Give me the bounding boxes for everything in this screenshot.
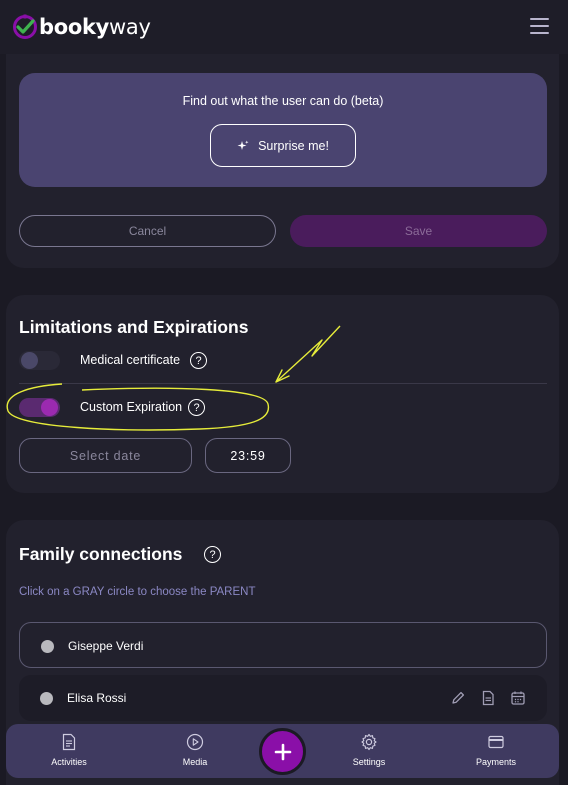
- surprise-me-button[interactable]: Surprise me!: [210, 124, 356, 167]
- card-icon: [488, 735, 504, 749]
- surprise-me-label: Surprise me!: [258, 138, 329, 153]
- sparkle-icon: [237, 140, 249, 150]
- nav-media[interactable]: Media: [150, 733, 240, 767]
- logo-clock-icon: [13, 14, 37, 39]
- medical-help-icon[interactable]: ?: [190, 352, 207, 369]
- document-icon[interactable]: [479, 689, 497, 707]
- divider: [19, 383, 547, 384]
- add-button[interactable]: [259, 728, 306, 775]
- family-member-row[interactable]: Elisa Rossi: [19, 675, 547, 721]
- bookyway-logo[interactable]: bookyway: [12, 13, 151, 41]
- medical-certificate-label: Medical certificate: [80, 353, 181, 367]
- beta-description: Find out what the user can do (beta): [182, 94, 384, 108]
- medical-certificate-toggle[interactable]: [19, 351, 60, 370]
- bottom-navigation: Activities Media Settings Payments: [6, 724, 559, 778]
- nav-payments[interactable]: Payments: [451, 733, 541, 767]
- beta-feature-box: Find out what the user can do (beta) Sur…: [19, 73, 547, 187]
- nav-activities[interactable]: Activities: [24, 733, 114, 767]
- cancel-button[interactable]: Cancel: [19, 215, 276, 247]
- hamburger-menu-icon[interactable]: [530, 18, 549, 34]
- family-title: Family connections: [19, 544, 183, 564]
- family-member-name: Giseppe Verdi: [68, 639, 144, 653]
- limitations-title: Limitations and Expirations: [19, 317, 249, 337]
- custom-expiration-label: Custom Expiration: [80, 400, 183, 414]
- app-header: bookyway: [0, 0, 568, 54]
- select-date-field[interactable]: Select date: [19, 438, 192, 473]
- calendar-icon[interactable]: [509, 689, 527, 707]
- plus-icon: [274, 743, 291, 760]
- gear-icon: [361, 733, 377, 751]
- logo-wordmark: bookyway: [39, 15, 151, 39]
- custom-expiration-toggle[interactable]: [19, 398, 60, 417]
- nav-settings-label: Settings: [352, 757, 386, 767]
- edit-pencil-icon[interactable]: [449, 689, 467, 707]
- parent-select-circle[interactable]: [41, 640, 54, 653]
- nav-media-label: Media: [182, 757, 208, 767]
- limitations-card: Limitations and Expirations Medical cert…: [6, 295, 559, 493]
- nav-settings[interactable]: Settings: [324, 733, 414, 767]
- document-icon: [62, 733, 76, 751]
- row-actions: [449, 689, 527, 707]
- family-help-icon[interactable]: ?: [204, 546, 221, 563]
- save-button[interactable]: Save: [290, 215, 547, 247]
- family-hint-text: Click on a GRAY circle to choose the PAR…: [19, 586, 256, 598]
- nav-payments-label: Payments: [475, 757, 517, 767]
- family-member-name: Elisa Rossi: [67, 691, 127, 705]
- time-field[interactable]: 23:59: [205, 438, 291, 473]
- expiration-help-icon[interactable]: ?: [188, 399, 205, 416]
- play-circle-icon: [186, 733, 204, 751]
- family-member-row[interactable]: Giseppe Verdi: [19, 622, 547, 668]
- parent-select-circle[interactable]: [40, 692, 53, 705]
- nav-activities-label: Activities: [51, 757, 87, 767]
